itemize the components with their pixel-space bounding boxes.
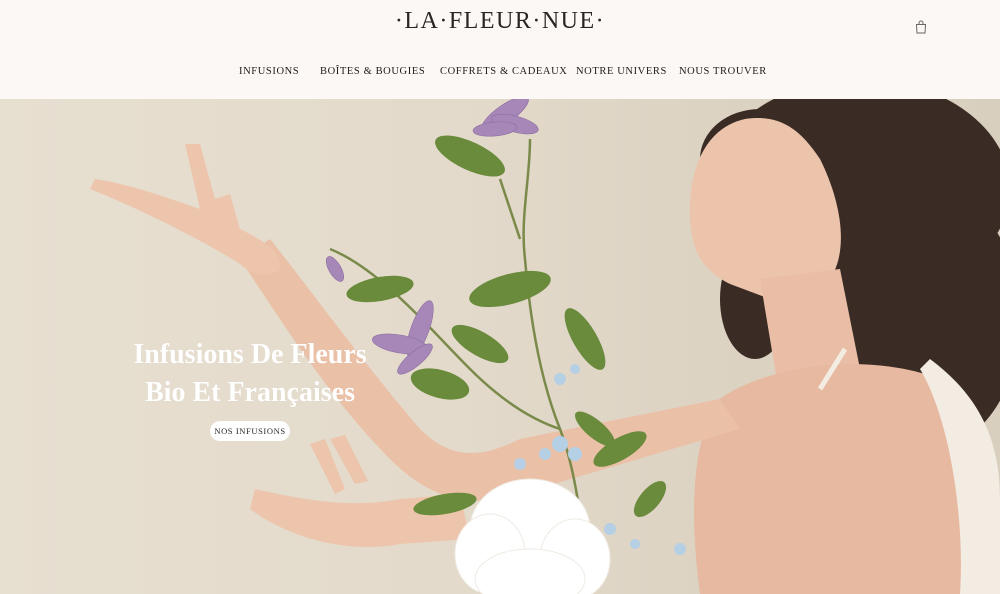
nav-boites-bougies[interactable]: BOÎTES & BOUGIES bbox=[320, 66, 425, 77]
nav-notre-univers[interactable]: NOTRE UNIVERS bbox=[576, 66, 667, 77]
nos-infusions-button[interactable]: NOS INFUSIONS bbox=[210, 421, 290, 441]
hero-banner: Infusions De Fleurs Bio Et Françaises NO… bbox=[0, 99, 1000, 594]
site-header: ·LA·FLEUR·NUE· INFUSIONS BOÎTES & BOUGIE… bbox=[0, 0, 1000, 99]
hero-headline: Infusions De Fleurs Bio Et Françaises bbox=[100, 336, 400, 412]
nav-coffrets-cadeaux[interactable]: COFFRETS & CADEAUX bbox=[440, 66, 567, 77]
nav-infusions[interactable]: INFUSIONS bbox=[239, 66, 299, 77]
raised-hand-shape bbox=[90, 144, 280, 275]
nav-nous-trouver[interactable]: NOUS TROUVER bbox=[679, 66, 767, 77]
shopping-bag-icon[interactable] bbox=[914, 20, 928, 34]
headline-line-1: Infusions De Fleurs bbox=[133, 339, 367, 370]
headline-line-2: Bio Et Françaises bbox=[145, 377, 355, 408]
main-navigation: INFUSIONS BOÎTES & BOUGIES COFFRETS & CA… bbox=[0, 66, 1000, 80]
brand-logo[interactable]: ·LA·FLEUR·NUE· bbox=[0, 8, 1000, 35]
arrow-down-icon[interactable] bbox=[497, 548, 519, 570]
